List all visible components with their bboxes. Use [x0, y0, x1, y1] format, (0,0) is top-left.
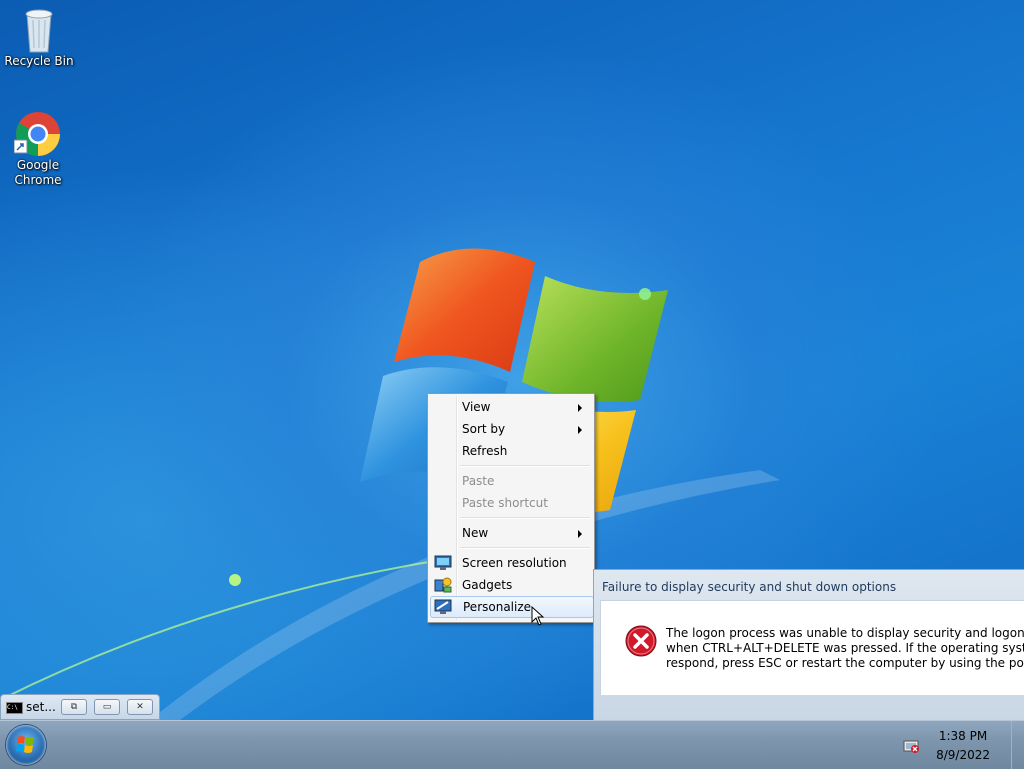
menu-item-new[interactable]: New [430, 522, 592, 544]
system-clock[interactable]: 1:38 PM 8/9/2022 [936, 727, 990, 765]
maximize-button[interactable]: ▭ [94, 699, 120, 715]
menu-item-paste-shortcut: Paste shortcut [430, 492, 592, 514]
desktop-icon-google-chrome[interactable]: Google Chrome [0, 110, 76, 188]
dialog-message-line: when CTRL+ALT+DELETE was pressed. If the… [666, 641, 1024, 655]
command-prompt-icon: C:\ [6, 702, 23, 714]
dialog-message: The logon process was unable to display … [666, 626, 1024, 671]
menu-item-label: Paste [462, 474, 495, 488]
menu-separator [460, 465, 590, 467]
menu-item-label: Paste shortcut [462, 496, 548, 510]
menu-item-label: View [462, 400, 491, 414]
menu-item-refresh[interactable]: Refresh [430, 440, 592, 462]
desktop-icon-recycle-bin[interactable]: Recycle Bin [1, 6, 77, 69]
monitor-icon [434, 555, 452, 570]
menu-item-label: Screen resolution [462, 556, 567, 570]
personalize-icon [434, 599, 452, 614]
minimized-console-window[interactable]: C:\ set... ⧉ ▭ ✕ [0, 694, 160, 720]
menu-item-paste: Paste [430, 470, 592, 492]
submenu-arrow-icon [578, 426, 582, 434]
desktop-context-menu: View Sort by Refresh Paste Paste shortcu… [427, 393, 595, 623]
gadgets-icon [434, 577, 452, 593]
menu-separator [460, 547, 590, 549]
submenu-arrow-icon [578, 530, 582, 538]
chrome-label: Google Chrome [14, 158, 62, 187]
menu-item-gadgets[interactable]: Gadgets [430, 574, 592, 596]
close-button[interactable]: ✕ [127, 699, 153, 715]
taskbar: 1:38 PM 8/9/2022 [0, 720, 1024, 769]
dialog-title: Failure to display security and shut dow… [602, 580, 897, 594]
menu-item-sort-by[interactable]: Sort by [430, 418, 592, 440]
menu-item-screen-resolution[interactable]: Screen resolution [430, 552, 592, 574]
minimized-window-title: set... [26, 700, 56, 714]
error-icon [625, 625, 657, 657]
desktop[interactable]: Recycle Bin Google Chrome View Sort by R… [0, 0, 1024, 720]
clock-time: 1:38 PM [938, 729, 988, 743]
error-dialog[interactable]: Failure to display security and shut dow… [593, 569, 1024, 720]
menu-item-label: New [462, 526, 489, 540]
start-button[interactable] [6, 725, 46, 765]
windows-flag-icon [16, 736, 34, 753]
dialog-body: The logon process was unable to display … [600, 600, 1024, 695]
menu-item-personalize[interactable]: Personalize [430, 596, 594, 618]
show-desktop-button[interactable] [1011, 721, 1024, 769]
clock-date: 8/9/2022 [936, 748, 990, 762]
dialog-message-line: The logon process was unable to display … [666, 626, 1024, 640]
action-center-icon[interactable] [902, 738, 920, 754]
menu-item-label: Sort by [462, 422, 506, 436]
menu-item-label: Gadgets [462, 578, 513, 592]
menu-item-label: Refresh [462, 444, 508, 458]
restore-button[interactable]: ⧉ [61, 699, 87, 715]
menu-separator [460, 517, 590, 519]
chrome-icon [14, 112, 60, 156]
dialog-message-line: respond, press ESC or restart the comput… [666, 656, 1024, 670]
recycle-bin-label: Recycle Bin [4, 54, 74, 68]
recycle-bin-icon [25, 9, 53, 53]
mouse-cursor-icon [531, 606, 545, 626]
submenu-arrow-icon [578, 404, 582, 412]
menu-item-label: Personalize [463, 600, 532, 614]
menu-item-view[interactable]: View [430, 396, 592, 418]
